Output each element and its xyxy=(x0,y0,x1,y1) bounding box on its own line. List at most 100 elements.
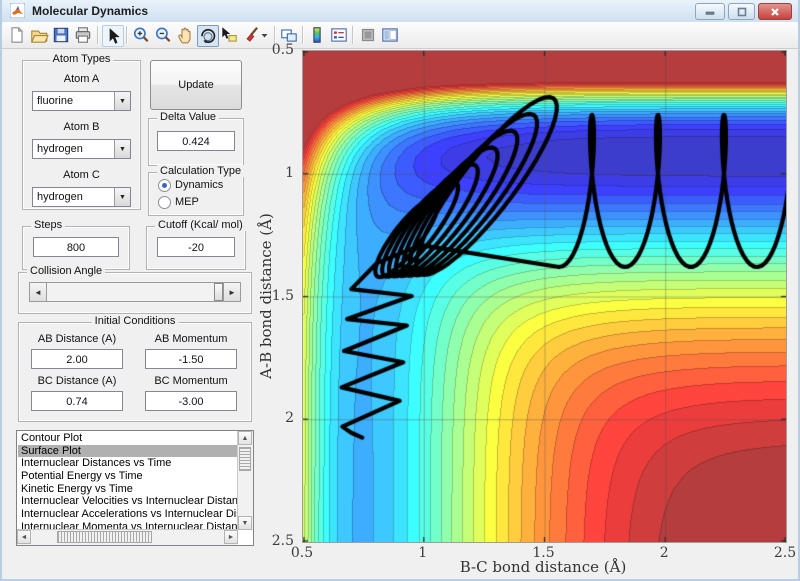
atom-types-title: Atom Types xyxy=(50,53,114,65)
data-cursor-icon[interactable] xyxy=(219,25,239,45)
bc-distance-field[interactable]: 0.74 xyxy=(31,391,123,411)
plot-tools-off-icon[interactable] xyxy=(358,25,378,45)
list-item[interactable]: Internuclear Accelerations vs Internucle… xyxy=(18,508,237,521)
rotate-3d-icon[interactable] xyxy=(197,25,219,47)
steps-field[interactable]: 800 xyxy=(33,237,119,257)
ab-distance-label: AB Distance (A) xyxy=(31,333,123,345)
window-title: Molecular Dynamics xyxy=(32,0,148,22)
cutoff-field[interactable]: -20 xyxy=(157,237,235,257)
x-tick-label: 2.5 xyxy=(774,545,796,561)
bc-distance-label: BC Distance (A) xyxy=(31,375,123,387)
maximize-icon xyxy=(737,7,747,17)
bc-momentum-field[interactable]: -3.00 xyxy=(145,391,237,411)
atom-c-value: hydrogen xyxy=(37,188,83,206)
update-button[interactable]: Update xyxy=(150,60,242,110)
plot-tools-on-icon[interactable] xyxy=(380,25,400,45)
brush-dropdown-icon[interactable] xyxy=(259,25,270,45)
atom-a-value: fluorine xyxy=(37,92,73,110)
initial-conditions-panel: Initial Conditions AB Distance (A) 2.00 … xyxy=(18,322,252,422)
minimize-button[interactable] xyxy=(695,3,725,20)
dynamics-radio-label: Dynamics xyxy=(175,179,223,191)
initial-conditions-title: Initial Conditions xyxy=(92,315,179,327)
matlab-logo-icon xyxy=(10,3,25,18)
insert-legend-icon[interactable] xyxy=(329,25,349,45)
y-axis-label: A-B bond distance (Å) xyxy=(257,213,275,379)
list-item[interactable]: Contour Plot xyxy=(18,432,237,445)
scroll-right-arrow[interactable]: ► xyxy=(224,530,238,544)
mep-radio-label: MEP xyxy=(175,196,199,208)
close-icon xyxy=(770,7,780,17)
atom-c-select[interactable]: hydrogen ▼ xyxy=(32,187,131,207)
toolbar-separator xyxy=(126,26,128,44)
atom-a-label: Atom A xyxy=(23,73,140,85)
x-tick-label: 0.5 xyxy=(291,545,313,561)
scroll-down-arrow[interactable]: ▼ xyxy=(238,516,252,530)
y-tick-label: 1.5 xyxy=(272,288,294,304)
dynamics-radio[interactable] xyxy=(158,179,171,192)
ab-distance-field[interactable]: 2.00 xyxy=(31,349,123,369)
scroll-up-arrow[interactable]: ▲ xyxy=(238,431,252,445)
zoom-in-icon[interactable] xyxy=(131,25,151,45)
zoom-out-icon[interactable] xyxy=(153,25,173,45)
list-item[interactable]: Internuclear Velocities vs Internuclear … xyxy=(18,495,237,508)
atom-b-value: hydrogen xyxy=(37,140,83,158)
insert-colorbar-icon[interactable] xyxy=(307,25,327,45)
atom-b-select[interactable]: hydrogen ▼ xyxy=(32,139,131,159)
edit-pointer-icon[interactable] xyxy=(102,25,124,47)
save-icon[interactable] xyxy=(51,25,71,45)
list-item[interactable]: Kinetic Energy vs Time xyxy=(18,483,237,496)
list-item[interactable]: Internuclear Momenta vs Internuclear Dis… xyxy=(18,521,237,529)
atom-types-panel: Atom Types Atom A fluorine ▼ Atom B hydr… xyxy=(22,60,141,210)
minimize-icon xyxy=(704,7,716,16)
chevron-down-icon[interactable]: ▼ xyxy=(114,140,130,158)
slider-thumb[interactable] xyxy=(214,283,223,301)
y-tick-label: 1 xyxy=(285,165,294,181)
steps-title: Steps xyxy=(31,219,65,231)
open-file-icon[interactable] xyxy=(29,25,49,45)
figure-toolbar xyxy=(2,22,798,49)
plot-type-listbox[interactable]: Contour PlotSurface PlotInternuclear Dis… xyxy=(16,430,254,546)
contour-plot-canvas[interactable] xyxy=(302,50,787,543)
vertical-scroll-thumb[interactable] xyxy=(239,447,251,471)
listbox-horizontal-scrollbar[interactable]: ◄ ► xyxy=(17,529,238,545)
atom-a-select[interactable]: fluorine ▼ xyxy=(32,91,131,111)
new-file-icon[interactable] xyxy=(7,25,27,45)
y-tick-label: 2.5 xyxy=(272,533,294,549)
x-tick-label: 1 xyxy=(418,545,427,561)
toolbar-separator xyxy=(97,26,99,44)
title-bar[interactable]: Molecular Dynamics xyxy=(2,0,798,23)
maximize-button[interactable] xyxy=(728,3,755,20)
ab-momentum-field[interactable]: -1.50 xyxy=(145,349,237,369)
cutoff-title: Cutoff (Kcal/ mol) xyxy=(155,219,246,231)
ab-momentum-label: AB Momentum xyxy=(145,333,237,345)
mep-radio[interactable] xyxy=(158,196,171,209)
toolbar-separator xyxy=(352,26,354,44)
listbox-vertical-scrollbar[interactable]: ▲ ▼ xyxy=(237,431,253,530)
x-tick-label: 2 xyxy=(660,545,669,561)
y-tick-label: 0.5 xyxy=(272,42,294,58)
delta-value-title: Delta Value xyxy=(157,111,219,123)
list-item[interactable]: Surface Plot xyxy=(18,445,237,458)
horizontal-scroll-thumb[interactable] xyxy=(57,531,152,543)
matlab-figure-window: Molecular Dynamics xyxy=(0,0,800,581)
x-axis-label: B-C bond distance (Å) xyxy=(460,558,627,576)
y-tick-label: 2 xyxy=(285,410,294,426)
print-icon[interactable] xyxy=(73,25,93,45)
scroll-left-arrow[interactable]: ◄ xyxy=(17,530,31,544)
brush-icon[interactable] xyxy=(241,25,261,45)
delta-value-field[interactable]: 0.424 xyxy=(157,131,235,151)
list-item[interactable]: Potential Energy vs Time xyxy=(18,470,237,483)
chevron-down-icon[interactable]: ▼ xyxy=(114,188,130,206)
list-item[interactable]: Internuclear Distances vs Time xyxy=(18,457,237,470)
slider-right-arrow[interactable]: ► xyxy=(223,283,240,301)
collision-angle-slider[interactable]: ◄ ► xyxy=(29,282,241,302)
close-button[interactable] xyxy=(758,3,792,20)
slider-left-arrow[interactable]: ◄ xyxy=(30,283,47,301)
chevron-down-icon[interactable]: ▼ xyxy=(114,92,130,110)
pan-hand-icon[interactable] xyxy=(175,25,195,45)
atom-c-label: Atom C xyxy=(23,169,140,181)
collision-angle-title: Collision Angle xyxy=(27,265,105,277)
delta-value-panel: Delta Value 0.424 xyxy=(148,118,244,166)
atom-b-label: Atom B xyxy=(23,121,140,133)
calculation-type-panel: Calculation Type Dynamics MEP xyxy=(148,172,244,216)
